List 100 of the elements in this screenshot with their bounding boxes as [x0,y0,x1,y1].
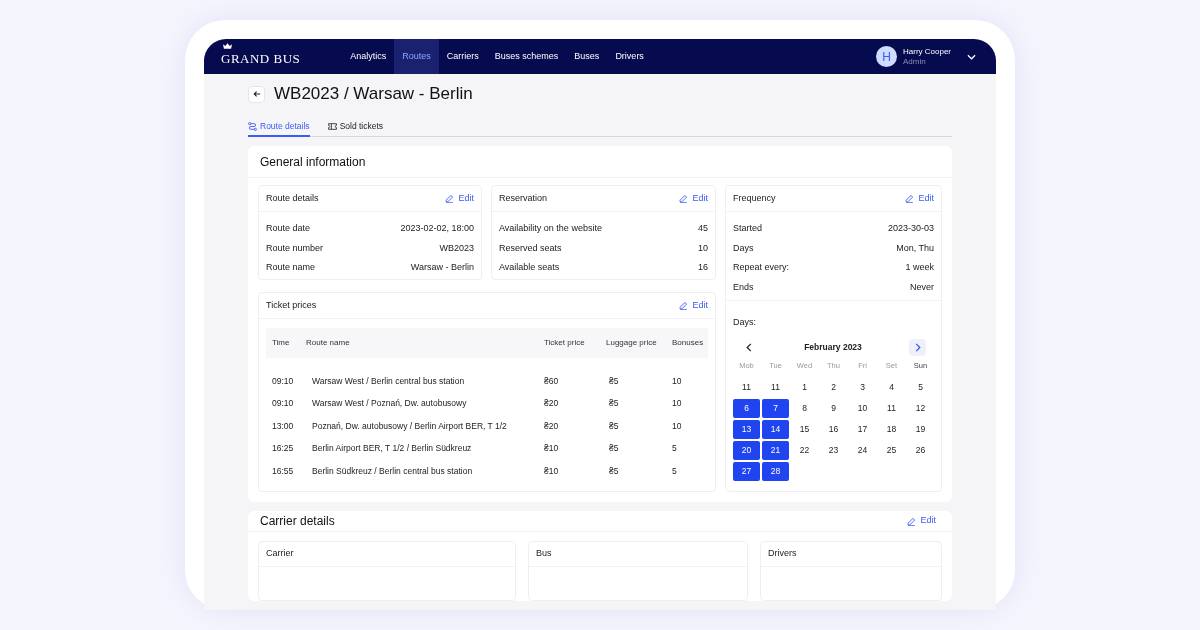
table-cell-text: 09:10 [272,397,295,411]
calendar-day[interactable]: 16 [820,420,847,439]
table-cell-text: ₴10 [544,464,560,478]
table-cell-text: 5 [672,464,678,478]
pencil-icon [679,194,689,203]
pencil-icon [679,301,689,310]
nav-item[interactable]: Buses [566,39,608,74]
calendar-day[interactable]: 8 [791,399,818,418]
card-title: Route details [266,191,319,205]
card-title: Reservation [499,191,548,205]
field-value: 45 [698,222,708,235]
column-header: Bonuses [672,337,704,349]
column-header: Route name [306,337,351,349]
nav-item[interactable]: Routes [394,39,439,74]
ticket-icon [327,121,337,131]
crown-icon [223,42,232,49]
calendar-day[interactable]: 19 [907,420,934,439]
field-value: Mon, Thu [896,241,934,255]
calendar-day[interactable]: 22 [791,441,818,460]
calendar-day[interactable]: 23 [820,441,847,460]
table-cell-text: 10 [672,374,683,388]
calendar-day[interactable]: 9 [820,399,847,418]
card-title: Bus [536,547,552,561]
card-title: Ticket prices [266,298,317,312]
table-cell-text: ₴5 [609,419,620,433]
chevron-down-icon[interactable] [967,53,976,60]
calendar-day[interactable]: 25 [878,441,905,460]
nav-item[interactable]: Carriers [438,39,487,74]
calendar-day[interactable]: 5 [907,378,934,397]
user-name: Harry Cooper [903,46,951,57]
field-value: Warsaw - Berlin [410,261,474,274]
edit-button[interactable]: Edit [679,298,708,313]
calendar-day[interactable]: 14 [762,420,789,439]
user-role: Admin [903,56,927,67]
card-title: Drivers [768,547,797,561]
calendar-day[interactable]: 24 [849,441,876,460]
calendar-day[interactable]: 11 [762,378,789,397]
calendar-day[interactable]: 21 [762,441,789,460]
route-icon [248,121,257,131]
table-cell-text: 13:00 [272,419,295,433]
pencil-icon [905,194,915,203]
calendar-day[interactable]: 13 [733,420,760,439]
table-cell-text: ₴5 [609,374,620,388]
calendar-day[interactable]: 6 [733,399,760,418]
calendar-day[interactable]: 17 [849,420,876,439]
calendar-day[interactable]: 28 [762,462,789,481]
edit-button[interactable]: Edit [445,191,474,206]
table-cell-text: 16:55 [272,464,295,478]
field-label: Started [733,222,763,235]
nav-item[interactable]: Buses schemes [486,39,567,74]
field-value: WB2023 [439,241,474,255]
field-value: 1 week [905,261,934,274]
calendar-day[interactable]: 26 [907,441,934,460]
calendar-day[interactable]: 10 [849,399,876,418]
calendar-day[interactable]: 27 [733,462,760,481]
field-value: 10 [698,241,708,255]
calendar-day[interactable]: 11 [878,399,905,418]
month-title: February 2023 [804,340,862,354]
table-cell-text: 10 [672,397,683,411]
table-cell-text: ₴60 [544,374,560,388]
table-cell-text: Berlin Südkreuz / Berlin central bus station [312,464,474,478]
field-label: Availability on the website [499,222,602,235]
calendar-day[interactable]: 1 [791,378,818,397]
calendar-day[interactable]: 7 [762,399,789,418]
pencil-icon [907,516,917,526]
table-cell-text: ₴5 [609,442,620,456]
edit-button[interactable]: Edit [905,191,934,206]
section-title: Carrier details [260,513,335,530]
chevron-right-icon [914,342,921,352]
field-label: Route date [266,222,311,235]
calendar-day[interactable]: 4 [878,378,905,397]
table-cell-text: ₴20 [544,397,560,411]
nav-item[interactable]: Drivers [607,39,652,74]
back-button[interactable] [248,85,265,103]
calendar-day[interactable]: 20 [733,441,760,460]
calendar-day[interactable]: 2 [820,378,847,397]
tab[interactable]: Route details [248,117,310,137]
card-title: Carrier [266,547,294,561]
field-value: 16 [698,261,708,274]
section-title: General information [260,153,366,171]
nav-item[interactable]: Analytics [342,39,395,74]
tab[interactable]: Sold tickets [327,117,384,137]
table-cell-text: ₴5 [609,464,620,478]
calendar-day[interactable]: 12 [907,399,934,418]
field-label: Route name [266,261,316,274]
table-cell-text: Warsaw West / Berlin central bus station [312,374,466,388]
field-label: Route number [266,241,324,255]
edit-button[interactable]: Edit [679,191,708,206]
next-month-button[interactable] [909,338,926,356]
calendar-day[interactable]: 11 [733,378,760,397]
calendar-day[interactable]: 18 [878,420,905,439]
chevron-left-icon [746,342,752,352]
page-title: WB2023 / Warsaw - Berlin [274,83,473,106]
table-cell-text: Poznań, Dw. autobusowy / Berlin Airport BER, T 1/2 [312,419,508,433]
calendar-day[interactable]: 3 [849,378,876,397]
calendar-day[interactable]: 15 [791,420,818,439]
edit-button[interactable]: Edit [907,514,936,528]
column-header: Ticket price [544,337,586,349]
table-cell-text: ₴10 [544,442,560,456]
column-header: Time [272,337,291,349]
